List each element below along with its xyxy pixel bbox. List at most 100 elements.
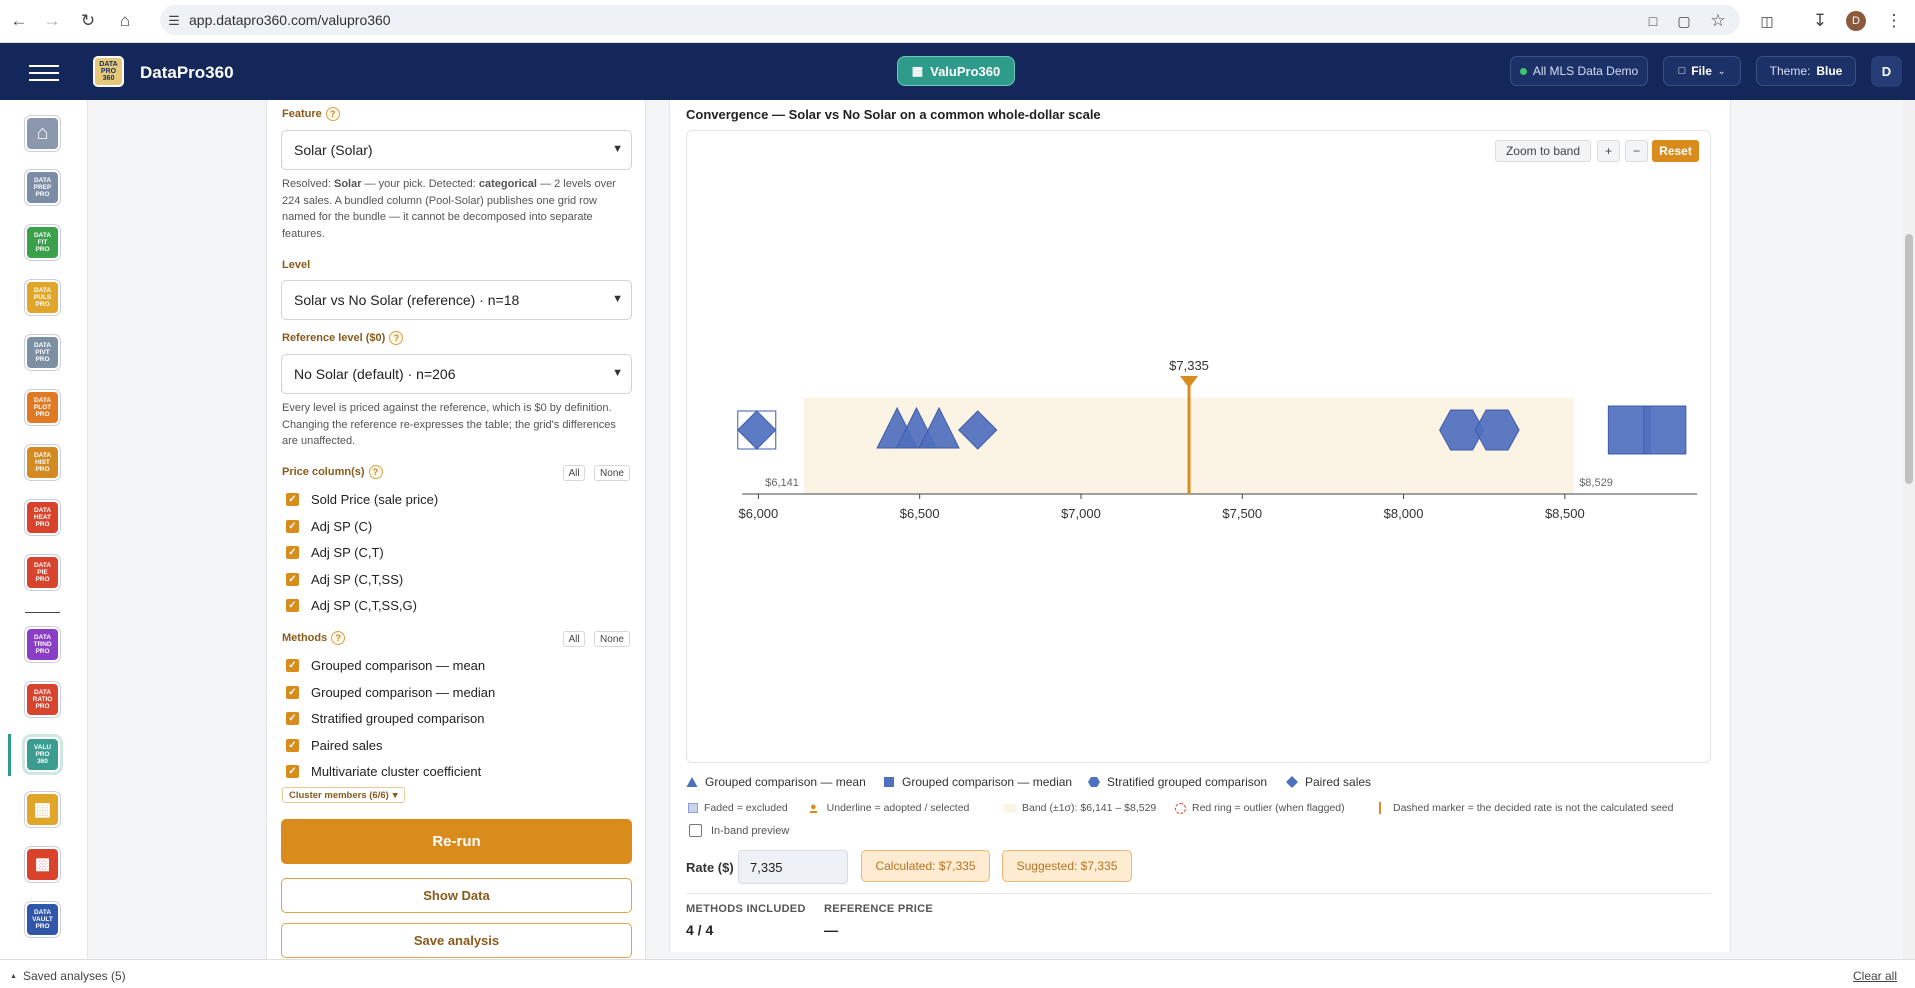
- help-icon[interactable]: ?: [325, 107, 340, 121]
- site-info-icon[interactable]: ☰: [162, 9, 186, 33]
- price-column-checkbox-row[interactable]: ✓ Adj SP (C,T): [286, 545, 384, 560]
- sidebar-app-label: PIVT: [35, 349, 50, 356]
- price-columns-all-button[interactable]: All: [563, 465, 585, 481]
- suggested-rate-badge[interactable]: Suggested: $7,335: [1002, 850, 1132, 882]
- sidebar-app-data-pie-pro[interactable]: DATA PIE PRO: [25, 555, 60, 590]
- sidebar-app-data-heat-pro[interactable]: DATA HEAT PRO: [25, 500, 60, 535]
- checkmark-icon[interactable]: ✓: [286, 599, 299, 612]
- sidebar-app-data-hist-pro[interactable]: DATA HIST PRO: [25, 445, 60, 480]
- sidebar-app-label: DATA: [33, 562, 52, 569]
- help-icon[interactable]: ?: [331, 631, 346, 645]
- checkmark-icon[interactable]: ✓: [286, 738, 299, 752]
- bookmark-star-icon[interactable]: ☆: [1706, 9, 1730, 33]
- help-icon[interactable]: ?: [389, 331, 404, 345]
- brand-name: DataPro360: [140, 63, 234, 82]
- convergence-chart[interactable]: $6,000 $6,500 $7,000 $7,500 $8,000 $8,500 $6,1…: [686, 340, 1711, 540]
- user-avatar[interactable]: D: [1871, 56, 1902, 87]
- page-scrollbar[interactable]: [1903, 100, 1915, 959]
- method-option-label: Multivariate cluster coefficient: [311, 764, 482, 779]
- price-columns-none-button[interactable]: None: [594, 465, 630, 481]
- sidebar-app-data-plot-pro[interactable]: DATA PLOT PRO: [25, 390, 60, 425]
- methods-none-button[interactable]: None: [594, 631, 630, 647]
- inband-preview-toggle[interactable]: In-band preview: [689, 824, 789, 837]
- saved-analyses-toggle[interactable]: ▲ Saved analyses (5): [10, 969, 126, 983]
- divider: [686, 893, 1711, 894]
- sidebar-app-valu-pro-360[interactable]: VALU PRO 360: [25, 737, 60, 772]
- chevron-down-icon: ▼: [612, 143, 623, 155]
- sidebar-app-label: PRO: [35, 751, 50, 758]
- forward-icon[interactable]: →: [40, 9, 64, 33]
- x-tick-label: $6,000: [739, 506, 779, 521]
- price-column-checkbox-row[interactable]: ✓ Adj SP (C): [286, 519, 372, 534]
- show-data-button[interactable]: Show Data: [281, 878, 632, 913]
- download-icon[interactable]: ↧: [1808, 9, 1832, 33]
- browser-toolbar: ← → ↻ ⌂ ☰ app.datapro360.com/valupro360 …: [0, 0, 1915, 43]
- address-bar[interactable]: [160, 5, 1740, 35]
- level-select[interactable]: Solar vs No Solar (reference) · n=18 ▼: [281, 280, 632, 320]
- rerun-button[interactable]: Re-run: [281, 819, 632, 864]
- cluster-members-dropdown[interactable]: Cluster members (6/6) ▾: [282, 787, 405, 803]
- zoom-in-button[interactable]: +: [1597, 140, 1620, 162]
- zoom-to-band-button[interactable]: Zoom to band: [1495, 140, 1591, 162]
- sidebar-app-label: DATA: [33, 507, 52, 514]
- sidebar-table-icon[interactable]: ▦: [25, 792, 60, 827]
- checkmark-icon[interactable]: ✓: [286, 519, 299, 533]
- method-checkbox-row[interactable]: ✓ Stratified grouped comparison: [286, 711, 484, 726]
- sidebar-home-icon[interactable]: ⌂: [25, 116, 60, 151]
- sidebar-app-data-fit-pro[interactable]: DATA FIT PRO: [25, 225, 60, 260]
- sidebar-app-label: HEAT: [33, 514, 52, 521]
- calculated-rate-badge[interactable]: Calculated: $7,335: [861, 850, 990, 882]
- reload-icon[interactable]: ↻: [76, 9, 100, 33]
- sidebar-app-data-prep-pro[interactable]: DATA PREP PRO: [25, 170, 60, 205]
- save-analysis-button[interactable]: Save analysis: [281, 923, 632, 958]
- home-icon[interactable]: ⌂: [113, 9, 137, 33]
- checkbox-empty[interactable]: [689, 824, 702, 837]
- file-menu-button[interactable]: □ File ⌄: [1663, 56, 1741, 86]
- saved-analyses-bar: ▲ Saved analyses (5) Clear all: [0, 959, 1915, 988]
- scrollbar-thumb[interactable]: [1905, 234, 1913, 484]
- method-checkbox-row[interactable]: ✓ Paired sales: [286, 738, 383, 753]
- page-icon[interactable]: □: [1641, 9, 1665, 33]
- method-option-label: Grouped comparison — mean: [311, 658, 486, 673]
- theme-selector[interactable]: Theme: Blue: [1756, 56, 1856, 86]
- sidebar-chart-icon[interactable]: ▩: [25, 847, 60, 882]
- help-icon[interactable]: ?: [368, 465, 383, 479]
- checkmark-icon[interactable]: ✓: [286, 572, 299, 586]
- checkmark-icon[interactable]: ✓: [286, 493, 299, 506]
- checkmark-icon[interactable]: ✓: [286, 712, 299, 725]
- sidebar-app-label: PRO: [35, 576, 50, 583]
- price-column-checkbox-row[interactable]: ✓ Adj SP (C,T,SS): [286, 572, 403, 587]
- method-checkbox-row[interactable]: ✓ Multivariate cluster coefficient: [286, 764, 481, 779]
- browser-menu-icon[interactable]: ⋮: [1882, 9, 1906, 33]
- method-checkbox-row[interactable]: ✓ Grouped comparison — median: [286, 685, 495, 700]
- sidebar-app-data-puls-pro[interactable]: DATA PULS PRO: [25, 280, 60, 315]
- reference-level-select[interactable]: No Solar (default) · n=206 ▼: [281, 354, 632, 394]
- price-column-option-label: Adj SP (C,T): [311, 545, 384, 560]
- back-icon[interactable]: ←: [7, 9, 31, 33]
- checkmark-icon[interactable]: ✓: [286, 546, 299, 559]
- browser-profile-avatar[interactable]: D: [1846, 11, 1866, 31]
- checkmark-icon[interactable]: ✓: [286, 685, 299, 699]
- feature-select[interactable]: Solar (Solar) ▼: [281, 130, 632, 170]
- sidebar-app-data-pivt-pro[interactable]: DATA PIVT PRO: [25, 335, 60, 370]
- sidebar-app-label: PRO: [35, 356, 50, 363]
- price-column-checkbox-row[interactable]: ✓ Adj SP (C,T,SS,G): [286, 598, 417, 613]
- sidebar-app-data-ratio-pro[interactable]: DATA RATIO PRO: [25, 682, 60, 717]
- valupro-app-button[interactable]: ▦ ValuPro360: [897, 56, 1015, 86]
- method-checkbox-row[interactable]: ✓ Grouped comparison — mean: [286, 658, 485, 673]
- clear-all-link[interactable]: Clear all: [1853, 969, 1897, 983]
- checkmark-icon[interactable]: ✓: [286, 659, 299, 672]
- status-dot-icon: [1519, 67, 1527, 75]
- data-source-selector[interactable]: All MLS Data Demo: [1510, 56, 1648, 86]
- sidebar-app-data-vault-pro[interactable]: DATA VAULT PRO: [25, 902, 60, 937]
- methods-all-button[interactable]: All: [563, 631, 585, 647]
- price-column-checkbox-row[interactable]: ✓ Sold Price (sale price): [286, 492, 438, 507]
- install-icon[interactable]: ▢: [1672, 9, 1696, 33]
- sidebar-app-data-trnd-pro[interactable]: DATA TRND PRO: [25, 627, 60, 662]
- hamburger-menu-icon[interactable]: [29, 61, 59, 83]
- checkmark-icon[interactable]: ✓: [286, 765, 299, 778]
- extensions-icon[interactable]: ◫: [1755, 9, 1779, 33]
- reset-zoom-button[interactable]: Reset: [1652, 140, 1699, 162]
- rate-input[interactable]: 7,335: [738, 850, 848, 884]
- zoom-out-button[interactable]: −: [1625, 140, 1648, 162]
